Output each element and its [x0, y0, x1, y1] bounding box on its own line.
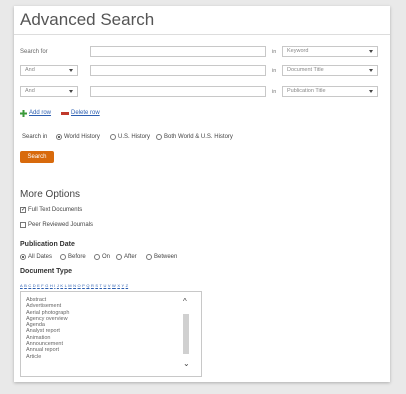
- in-label-3: in: [272, 89, 277, 95]
- radio-after[interactable]: [116, 254, 122, 260]
- alphabet-letter-x[interactable]: X: [117, 283, 120, 288]
- document-type-list[interactable]: Abstract Advertisement Aerial photograph Ag…: [20, 291, 202, 377]
- field-select-1-value: Keyword: [287, 48, 309, 54]
- radio-all-dates[interactable]: [20, 254, 26, 260]
- alphabet-letter-h[interactable]: H: [50, 283, 53, 288]
- alphabet-letter-a[interactable]: A: [20, 283, 23, 288]
- publication-date-heading: Publication Date: [20, 241, 75, 248]
- field-select-3-value: Publication Title: [287, 88, 326, 94]
- search-for-label: Search for: [20, 49, 48, 55]
- radio-between[interactable]: [146, 254, 152, 260]
- search-term-input-2[interactable]: [90, 65, 266, 76]
- alphabet-letter-b[interactable]: B: [24, 283, 27, 288]
- chevron-up-icon[interactable]: ^: [183, 298, 187, 306]
- alphabet-letter-l[interactable]: L: [65, 283, 67, 288]
- alphabet-letter-i[interactable]: I: [54, 283, 55, 288]
- alphabet-letter-r[interactable]: R: [91, 283, 94, 288]
- minus-icon[interactable]: [61, 112, 69, 115]
- alphabet-letter-n[interactable]: N: [73, 283, 76, 288]
- in-label-2: in: [272, 68, 277, 74]
- radio-after-label[interactable]: After: [124, 254, 137, 260]
- alphabet-letter-e[interactable]: E: [37, 283, 40, 288]
- alphabet-letter-o[interactable]: O: [78, 283, 81, 288]
- operator-select-3-value: And: [25, 88, 35, 94]
- radio-world-history-label[interactable]: World History: [64, 134, 100, 140]
- full-text-label[interactable]: Full Text Documents: [28, 207, 82, 213]
- alphabet-letter-y[interactable]: Y: [121, 283, 124, 288]
- search-in-label: Search in: [22, 134, 48, 140]
- document-type-items: Abstract Advertisement Aerial photograph Ag…: [21, 297, 181, 360]
- radio-both-history-label[interactable]: Both World & U.S. History: [164, 134, 233, 140]
- search-term-field-1[interactable]: [95, 47, 265, 56]
- alphabet-letter-c[interactable]: C: [28, 283, 31, 288]
- title-divider: [14, 34, 390, 35]
- search-term-input-3[interactable]: [90, 86, 266, 97]
- alphabet-letter-f[interactable]: F: [41, 283, 43, 288]
- chevron-down-icon: [69, 90, 73, 93]
- radio-world-history[interactable]: [56, 134, 62, 140]
- search-term-field-3[interactable]: [95, 87, 265, 96]
- radio-all-dates-label[interactable]: All Dates: [28, 254, 52, 260]
- operator-select-3[interactable]: And: [20, 86, 78, 97]
- full-text-checkbox[interactable]: ✓: [20, 207, 26, 213]
- alphabet-letter-j[interactable]: J: [57, 283, 59, 288]
- alphabet-letter-v[interactable]: V: [108, 283, 111, 288]
- chevron-down-icon[interactable]: ⌄: [183, 360, 190, 368]
- alphabet-letter-p[interactable]: P: [82, 283, 85, 288]
- list-item[interactable]: Article: [21, 354, 181, 360]
- radio-before-label[interactable]: Before: [68, 254, 86, 260]
- peer-reviewed-label[interactable]: Peer Reviewed Journals: [28, 222, 93, 228]
- field-select-2[interactable]: Document Title: [282, 65, 378, 76]
- radio-us-history[interactable]: [110, 134, 116, 140]
- delete-row-link[interactable]: Delete row: [71, 110, 100, 116]
- radio-before[interactable]: [60, 254, 66, 260]
- in-label-1: in: [272, 49, 277, 55]
- chevron-down-icon: [369, 69, 373, 72]
- page-title: Advanced Search: [20, 10, 155, 29]
- radio-on-label[interactable]: On: [102, 254, 110, 260]
- document-type-heading: Document Type: [20, 268, 72, 275]
- list-scrollbar[interactable]: ^ ⌄: [181, 298, 191, 370]
- alphabet-letter-g[interactable]: G: [45, 283, 48, 288]
- alphabet-letter-t[interactable]: T: [100, 283, 102, 288]
- alphabet-letter-k[interactable]: K: [60, 283, 63, 288]
- field-select-3[interactable]: Publication Title: [282, 86, 378, 97]
- radio-both-history[interactable]: [156, 134, 162, 140]
- alphabet-letter-d[interactable]: D: [33, 283, 36, 288]
- alphabet-letter-z[interactable]: Z: [126, 283, 128, 288]
- chevron-down-icon: [69, 69, 73, 72]
- advanced-search-panel: Advanced Search Search for in Keyword An…: [14, 6, 390, 382]
- more-options-heading: More Options: [20, 189, 81, 200]
- operator-select-2[interactable]: And: [20, 65, 78, 76]
- field-select-2-value: Document Title: [287, 67, 324, 73]
- search-term-field-2[interactable]: [95, 66, 265, 75]
- radio-on[interactable]: [94, 254, 100, 260]
- alphabet-index: ABCDEFGHIJKLMNOPQRSTUVWXYZ: [20, 283, 130, 288]
- alphabet-letter-w[interactable]: W: [112, 283, 116, 288]
- chevron-down-icon: [369, 50, 373, 53]
- search-term-input-1[interactable]: [90, 46, 266, 57]
- alphabet-letter-s[interactable]: S: [95, 283, 98, 288]
- search-button[interactable]: Search: [20, 151, 54, 163]
- peer-reviewed-checkbox[interactable]: [20, 222, 26, 228]
- radio-between-label[interactable]: Between: [154, 254, 177, 260]
- radio-us-history-label[interactable]: U.S. History: [118, 134, 150, 140]
- scroll-thumb[interactable]: [183, 314, 189, 354]
- operator-select-2-value: And: [25, 67, 35, 73]
- plus-icon[interactable]: [20, 110, 27, 117]
- chevron-down-icon: [369, 90, 373, 93]
- add-row-link[interactable]: Add row: [29, 110, 51, 116]
- field-select-1[interactable]: Keyword: [282, 46, 378, 57]
- alphabet-letter-m[interactable]: M: [68, 283, 71, 288]
- alphabet-letter-u[interactable]: U: [103, 283, 106, 288]
- alphabet-letter-q[interactable]: Q: [86, 283, 89, 288]
